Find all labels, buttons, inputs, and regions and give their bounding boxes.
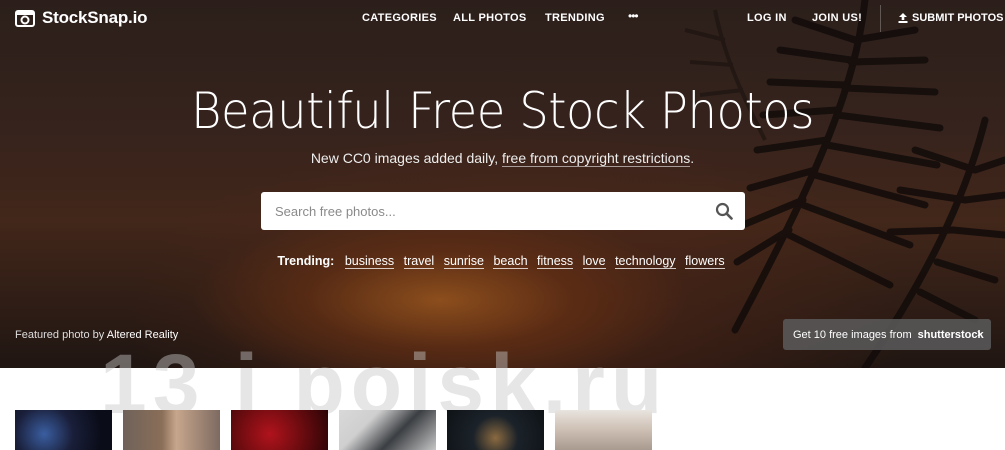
photo-grid [15,410,652,450]
chevron-right-icon: › [977,326,981,340]
subtitle-link[interactable]: free from copyright restrictions [501,150,691,167]
camera-icon [15,10,35,27]
photo-thumbnail[interactable] [231,410,328,450]
trending-tag-love[interactable]: love [582,254,606,269]
hero-banner: StockSnap.io CATEGORIES ALL PHOTOS TREND… [0,0,1005,368]
photo-thumbnail[interactable] [555,410,652,450]
nav-login[interactable]: LOG IN [747,12,787,24]
trending-tag-business[interactable]: business [344,254,395,269]
submit-photos-button[interactable]: SUBMIT PHOTOS [898,12,1003,24]
trending-tag-beach[interactable]: beach [493,254,528,269]
nav-all-photos[interactable]: ALL PHOTOS [453,12,527,24]
trending-tag-travel[interactable]: travel [403,254,435,269]
promo-label: Get 10 free images from [793,328,912,341]
nav-categories[interactable]: CATEGORIES [362,12,437,24]
subtitle-suffix: . [690,150,695,166]
trending-tags: Trending: business travel sunrise beach … [0,254,1005,269]
brand-name: StockSnap.io [42,8,148,27]
top-navigation: StockSnap.io CATEGORIES ALL PHOTOS TREND… [0,0,1005,38]
photo-thumbnail[interactable] [339,410,436,450]
search-icon[interactable] [715,202,733,220]
trending-label: Trending: [277,254,335,268]
search-input[interactable] [275,203,695,219]
subtitle-prefix: New CC0 images added daily, [310,150,502,166]
search-box [261,192,745,230]
trending-tag-technology[interactable]: technology [615,254,676,269]
photo-thumbnail[interactable] [447,410,544,450]
shutterstock-promo-button[interactable]: Get 10 free images from shutterstock › [783,319,991,350]
hero-subtitle: New CC0 images added daily, free from co… [0,150,1005,167]
promo-brand: shutterstock [917,328,984,341]
nav-divider [880,5,881,32]
trending-tag-fitness[interactable]: fitness [537,254,574,269]
upload-icon [898,13,908,23]
trending-tag-sunrise[interactable]: sunrise [443,254,484,269]
hero-title: Beautiful Free Stock Photos [191,82,814,140]
credit-prefix: Featured photo by [15,329,107,341]
palm-leaf-silhouette [684,0,1005,368]
photo-thumbnail[interactable] [123,410,220,450]
more-menu-icon[interactable]: ••• [628,9,639,23]
trending-tag-flowers[interactable]: flowers [685,254,725,269]
nav-join[interactable]: JOIN US! [812,12,862,24]
photo-thumbnail[interactable] [15,410,112,450]
nav-trending[interactable]: TRENDING [545,12,605,24]
submit-photos-label: SUBMIT PHOTOS [912,12,1004,24]
brand-logo[interactable]: StockSnap.io [15,8,147,28]
